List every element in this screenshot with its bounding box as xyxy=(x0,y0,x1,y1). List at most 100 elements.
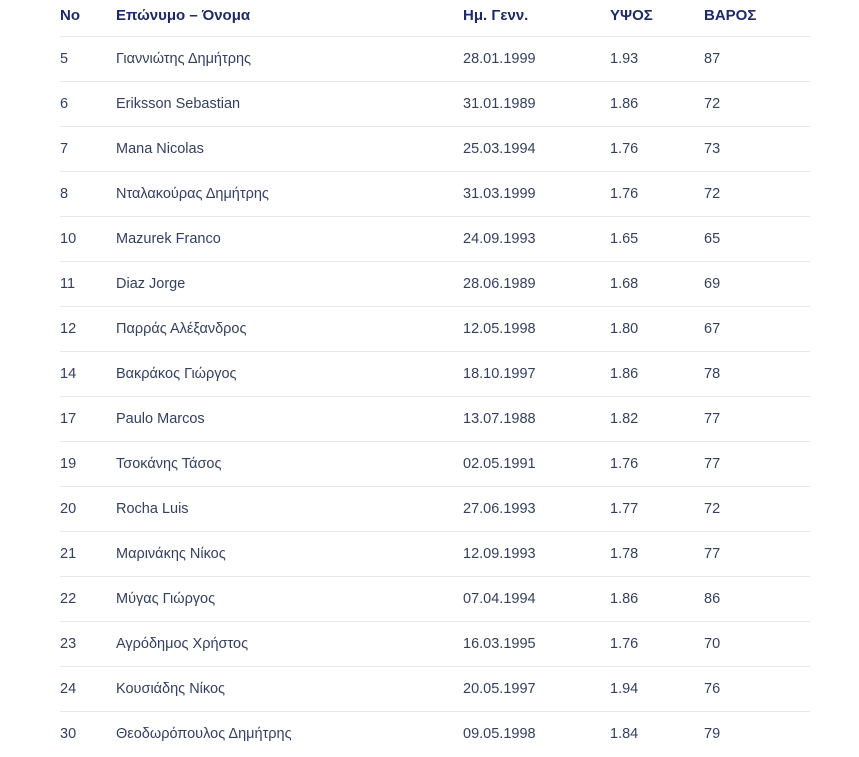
cell-no: 20 xyxy=(60,501,77,517)
cell-height: 1.86 xyxy=(610,96,639,112)
cell-dob: 31.03.1999 xyxy=(463,186,536,202)
cell-no: 12 xyxy=(60,321,77,337)
cell-weight: 67 xyxy=(704,321,721,337)
cell-name: Παρράς Αλέξανδρος xyxy=(116,321,247,337)
cell-height: 1.82 xyxy=(610,411,639,427)
cell-dob: 28.06.1989 xyxy=(463,276,536,292)
table-row: 6 Eriksson Sebastian 31.01.1989 1.86 72 xyxy=(60,82,810,127)
cell-height: 1.76 xyxy=(610,141,639,157)
cell-dob: 02.05.1991 xyxy=(463,456,536,472)
table-row: 12 Παρράς Αλέξανδρος 12.05.1998 1.80 67 xyxy=(60,307,810,352)
table-row: 11 Diaz Jorge 28.06.1989 1.68 69 xyxy=(60,262,810,307)
cell-dob: 20.05.1997 xyxy=(463,681,536,697)
cell-name: Αγρόδημος Χρήστος xyxy=(116,636,249,652)
cell-weight: 87 xyxy=(704,51,721,67)
cell-name: Μύγας Γιώργος xyxy=(116,591,216,607)
cell-name: Βακράκος Γιώργος xyxy=(116,366,237,382)
cell-no: 24 xyxy=(60,681,77,697)
cell-no: 21 xyxy=(60,546,77,562)
table-row: 21 Μαρινάκης Νίκος 12.09.1993 1.78 77 xyxy=(60,532,810,577)
cell-no: 17 xyxy=(60,411,77,427)
cell-name: Paulo Marcos xyxy=(116,411,205,427)
table-row: 10 Mazurek Franco 24.09.1993 1.65 65 xyxy=(60,217,810,262)
header-height: ΥΨΟΣ xyxy=(610,7,653,24)
cell-name: Eriksson Sebastian xyxy=(116,96,241,112)
cell-name: Θεοδωρόπουλος Δημήτρης xyxy=(116,726,292,742)
cell-name: Mana Nicolas xyxy=(116,141,204,157)
cell-height: 1.93 xyxy=(610,51,639,67)
cell-name: Τσοκάνης Τάσος xyxy=(116,456,222,472)
cell-height: 1.80 xyxy=(610,321,639,337)
cell-height: 1.94 xyxy=(610,681,639,697)
cell-no: 7 xyxy=(60,141,69,157)
header-no: No xyxy=(60,7,80,24)
cell-no: 11 xyxy=(60,276,76,292)
cell-weight: 73 xyxy=(704,141,721,157)
cell-weight: 77 xyxy=(704,411,721,427)
cell-height: 1.76 xyxy=(610,186,639,202)
table-row: 19 Τσοκάνης Τάσος 02.05.1991 1.76 77 xyxy=(60,442,810,487)
cell-name: Rocha Luis xyxy=(116,501,189,517)
cell-no: 19 xyxy=(60,456,77,472)
cell-dob: 24.09.1993 xyxy=(463,231,536,247)
table-row: 30 Θεοδωρόπουλος Δημήτρης 09.05.1998 1.84 79 xyxy=(60,712,810,757)
cell-weight: 72 xyxy=(704,96,721,112)
cell-no: 8 xyxy=(60,186,69,202)
cell-name: Μαρινάκης Νίκος xyxy=(116,546,226,562)
cell-no: 10 xyxy=(60,231,77,247)
cell-weight: 65 xyxy=(704,231,721,247)
cell-dob: 12.09.1993 xyxy=(463,546,536,562)
header-dob: Ημ. Γενν. xyxy=(463,7,529,24)
cell-height: 1.77 xyxy=(610,501,639,517)
cell-weight: 79 xyxy=(704,726,721,742)
table-body: 5 Γιαννιώτης Δημήτρης 28.01.1999 1.93 87 6 Eri… xyxy=(60,37,810,757)
cell-height: 1.65 xyxy=(610,231,639,247)
cell-no: 5 xyxy=(60,51,69,67)
cell-name: Νταλακούρας Δημήτρης xyxy=(116,186,269,202)
cell-height: 1.86 xyxy=(610,366,639,382)
cell-no: 14 xyxy=(60,366,77,382)
cell-dob: 31.01.1989 xyxy=(463,96,536,112)
cell-weight: 76 xyxy=(704,681,721,697)
cell-no: 6 xyxy=(60,96,69,112)
cell-dob: 12.05.1998 xyxy=(463,321,536,337)
cell-no: 23 xyxy=(60,636,77,652)
cell-dob: 09.05.1998 xyxy=(463,726,536,742)
cell-name: Diaz Jorge xyxy=(116,276,186,292)
cell-dob: 28.01.1999 xyxy=(463,51,536,67)
table-row: 17 Paulo Marcos 13.07.1988 1.82 77 xyxy=(60,397,810,442)
cell-height: 1.84 xyxy=(610,726,639,742)
cell-height: 1.76 xyxy=(610,636,639,652)
table-row: 24 Κουσιάδης Νίκος 20.05.1997 1.94 76 xyxy=(60,667,810,712)
cell-height: 1.78 xyxy=(610,546,639,562)
cell-height: 1.76 xyxy=(610,456,639,472)
cell-height: 1.68 xyxy=(610,276,639,292)
cell-dob: 16.03.1995 xyxy=(463,636,536,652)
header-name: Επώνυμο – Όνομα xyxy=(116,7,251,24)
cell-dob: 07.04.1994 xyxy=(463,591,536,607)
cell-name: Κουσιάδης Νίκος xyxy=(116,681,226,697)
cell-name: Mazurek Franco xyxy=(116,231,221,247)
cell-weight: 70 xyxy=(704,636,721,652)
cell-weight: 78 xyxy=(704,366,721,382)
table-row: 22 Μύγας Γιώργος 07.04.1994 1.86 86 xyxy=(60,577,810,622)
cell-weight: 69 xyxy=(704,276,721,292)
cell-dob: 18.10.1997 xyxy=(463,366,536,382)
cell-dob: 25.03.1994 xyxy=(463,141,536,157)
table-row: 8 Νταλακούρας Δημήτρης 31.03.1999 1.76 72 xyxy=(60,172,810,217)
cell-no: 22 xyxy=(60,591,77,607)
cell-height: 1.86 xyxy=(610,591,639,607)
cell-dob: 27.06.1993 xyxy=(463,501,536,517)
table-row: 20 Rocha Luis 27.06.1993 1.77 72 xyxy=(60,487,810,532)
cell-weight: 72 xyxy=(704,501,721,517)
table-row: 14 Βακράκος Γιώργος 18.10.1997 1.86 78 xyxy=(60,352,810,397)
cell-dob: 13.07.1988 xyxy=(463,411,536,427)
table-row: 23 Αγρόδημος Χρήστος 16.03.1995 1.76 70 xyxy=(60,622,810,667)
header-weight: ΒΑΡΟΣ xyxy=(704,7,757,24)
cell-no: 30 xyxy=(60,726,77,742)
table-row: 7 Mana Nicolas 25.03.1994 1.76 73 xyxy=(60,127,810,172)
cell-weight: 77 xyxy=(704,456,721,472)
cell-name: Γιαννιώτης Δημήτρης xyxy=(116,51,252,67)
roster-table: No Επώνυμο – Όνομα Ημ. Γενν. ΥΨΟΣ ΒΑΡΟΣ … xyxy=(60,0,810,757)
cell-weight: 86 xyxy=(704,591,721,607)
